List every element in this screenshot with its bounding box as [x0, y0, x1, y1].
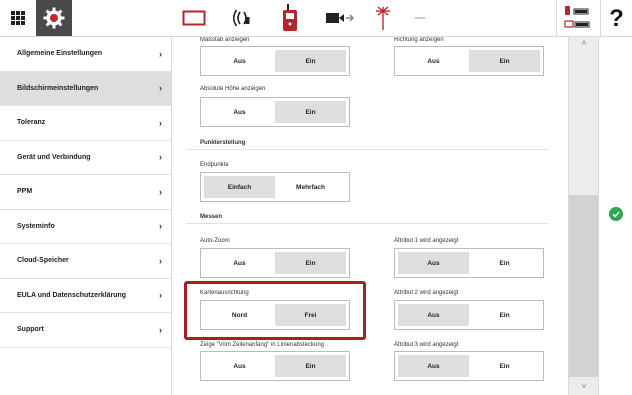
richtung-off-option[interactable]: Aus: [398, 50, 469, 72]
sidebar-item-allgemeine-einstellungen[interactable]: Allgemeine Einstellungen ›: [0, 37, 171, 72]
endpunkte-mehrfach-option[interactable]: Mehrfach: [275, 176, 346, 198]
autozoom-toggle: Aus Ein: [200, 248, 350, 278]
radio-signal-icon[interactable]: [230, 4, 254, 32]
richtung-on-option[interactable]: Ein: [469, 50, 540, 72]
sidebar-item-ppm[interactable]: PPM ›: [0, 175, 171, 210]
sidebar-item-systeminfo[interactable]: Systeminfo ›: [0, 210, 171, 244]
sidebar-item-geraet-und-verbindung[interactable]: Gerät und Verbindung ›: [0, 141, 171, 175]
toolbar-divider: [556, 0, 557, 37]
settings-sidebar: Allgemeine Einstellungen › Bildschirmein…: [0, 37, 172, 395]
settings-gear-icon[interactable]: [36, 0, 72, 36]
sidebar-item-toleranz[interactable]: Toleranz ›: [0, 106, 171, 141]
autozoom-off-option[interactable]: Aus: [204, 252, 275, 274]
setting-label-endpunkte: Endpunkte: [200, 162, 229, 168]
endpunkte-toggle: Einfach Mehrfach: [200, 172, 350, 202]
setting-label-attribut-2: Attribut 2 wird angezeigt: [394, 290, 459, 296]
setting-label-attribut-3: Attribut 3 wird angezeigt: [394, 342, 459, 348]
sidebar-item-label: Toleranz: [17, 119, 46, 127]
setting-label-kartenausrichtung: Kartenausrichtung: [200, 290, 249, 296]
chevron-right-icon: ›: [159, 186, 162, 197]
chevron-right-icon: ›: [159, 152, 162, 163]
sidebar-item-support[interactable]: Support ›: [0, 313, 171, 348]
sidebar-item-bildschirmeinstellungen[interactable]: Bildschirmeinstellungen ›: [0, 71, 171, 106]
kartenausrichtung-toggle: Nord Frei: [200, 300, 350, 330]
vom-zeilenanfang-on-option[interactable]: Ein: [275, 355, 346, 377]
setting-label-attribut-1: Attribut 1 wird angezeigt: [394, 238, 459, 244]
app-window: ? Allgemeine Einstellungen › Bildschirme…: [0, 0, 632, 395]
setting-label-richtung: Richtung anzeigen: [394, 37, 444, 43]
vom-zeilenanfang-toggle: Aus Ein: [200, 351, 350, 381]
kartenausrichtung-nord-option[interactable]: Nord: [204, 304, 275, 326]
vertical-scrollbar[interactable]: ˄ ˅: [568, 37, 599, 395]
setting-label-vom-zeilenanfang: Zeige "Vom Zeilenanfang" in Linienabstec…: [200, 342, 325, 348]
section-divider: [186, 223, 548, 224]
vom-zeilenanfang-off-option[interactable]: Aus: [204, 355, 275, 377]
display-settings-panel: Maßstab anzeigen Aus Ein Richtung anzeig…: [172, 37, 568, 395]
attribut-1-on-option[interactable]: Ein: [469, 252, 540, 274]
sidebar-item-label: Allgemeine Einstellungen: [17, 50, 103, 58]
status-panel: [598, 37, 632, 395]
sidebar-item-label: Gerät und Verbindung: [17, 153, 91, 161]
chevron-right-icon: ›: [159, 290, 162, 301]
chevron-right-icon: ›: [159, 221, 162, 232]
ok-check-icon: [609, 207, 623, 221]
attribut-3-off-option[interactable]: Aus: [398, 355, 469, 377]
attribut-2-toggle: Aus Ein: [394, 300, 544, 330]
kartenausrichtung-frei-option[interactable]: Frei: [275, 304, 346, 326]
camera-arrow-icon[interactable]: [325, 4, 355, 32]
dash-icon: [414, 4, 426, 32]
attribut-2-off-option[interactable]: Aus: [398, 304, 469, 326]
endpunkte-einfach-option[interactable]: Einfach: [204, 176, 275, 198]
sidebar-item-label: Support: [17, 326, 44, 334]
sidebar-item-label: EULA und Datenschutzerklärung: [17, 291, 127, 299]
sidebar-item-cloud-speicher[interactable]: Cloud-Speicher ›: [0, 244, 171, 279]
section-title-punkterstellung: Punkterstellung: [200, 140, 246, 146]
section-divider: [186, 149, 548, 150]
apps-grid-icon[interactable]: [0, 0, 36, 36]
chevron-right-icon: ›: [159, 117, 162, 128]
sidebar-item-label: Cloud-Speicher: [17, 257, 69, 265]
scrollbar-thumb[interactable]: [569, 195, 599, 377]
laser-point-icon[interactable]: [374, 4, 392, 32]
hoehe-off-option[interactable]: Aus: [204, 101, 275, 123]
massstab-on-option[interactable]: Ein: [275, 50, 346, 72]
hoehe-toggle: Aus Ein: [200, 97, 350, 127]
sidebar-item-label: Bildschirmeinstellungen: [17, 84, 99, 92]
remote-controller-icon[interactable]: [278, 4, 302, 32]
massstab-toggle: Aus Ein: [200, 46, 350, 76]
sidebar-item-eula[interactable]: EULA und Datenschutzerklärung ›: [0, 279, 171, 313]
sidebar-item-label: Systeminfo: [17, 222, 55, 230]
richtung-toggle: Aus Ein: [394, 46, 544, 76]
hoehe-on-option[interactable]: Ein: [275, 101, 346, 123]
scroll-down-icon[interactable]: ˅: [569, 380, 599, 392]
chevron-right-icon: ›: [159, 83, 162, 94]
sidebar-item-label: PPM: [17, 188, 33, 196]
setting-label-massstab: Maßstab anzeigen: [200, 37, 250, 43]
attribut-1-off-option[interactable]: Aus: [398, 252, 469, 274]
setting-label-autozoom: Auto-Zoom: [200, 238, 230, 244]
chevron-right-icon: ›: [159, 324, 162, 335]
massstab-off-option[interactable]: Aus: [204, 50, 275, 72]
battery-status-icon: [562, 3, 594, 33]
attribut-1-toggle: Aus Ein: [394, 248, 544, 278]
chevron-right-icon: ›: [159, 48, 162, 59]
setting-label-hoehe: Absolute Höhe anzeigen: [200, 86, 266, 92]
attribut-3-toggle: Aus Ein: [394, 351, 544, 381]
help-button[interactable]: ?: [600, 0, 632, 37]
section-title-messen: Messen: [200, 214, 223, 220]
attribut-2-on-option[interactable]: Ein: [469, 304, 540, 326]
chevron-right-icon: ›: [159, 255, 162, 266]
scroll-up-icon[interactable]: ˄: [569, 37, 599, 49]
autozoom-on-option[interactable]: Ein: [275, 252, 346, 274]
rectangle-tool-icon[interactable]: [180, 4, 208, 32]
attribut-3-on-option[interactable]: Ein: [469, 355, 540, 377]
top-toolbar: ?: [0, 0, 632, 37]
